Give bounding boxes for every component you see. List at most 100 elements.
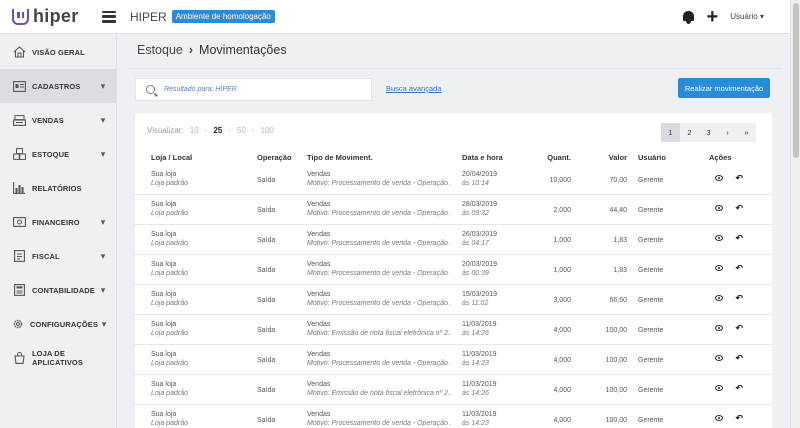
new-movement-button[interactable]: Realizar movimentação: [678, 78, 770, 98]
value-cell: 70,00: [609, 177, 627, 184]
table-row[interactable]: Sua loja Loja padrão Saída Vendas Motivo: …: [135, 315, 772, 345]
app-store-icon: [12, 352, 26, 364]
scrollbar-thumb[interactable]: [793, 3, 799, 158]
sidebar-item-loja-de-aplicativos[interactable]: LOJA DE APLICATIVOS: [0, 341, 116, 375]
sidebar-item-financeiro[interactable]: FINANCEIRO ▾: [0, 205, 116, 239]
eye-icon[interactable]: [715, 235, 723, 241]
movement-date: 26/03/2019: [462, 231, 498, 238]
breadcrumb-separator-icon: ›: [188, 43, 194, 57]
movement-date: 28/03/2019: [462, 201, 498, 208]
search-icon[interactable]: [146, 85, 155, 94]
undo-icon[interactable]: ↶: [735, 235, 743, 242]
page-scrollbar[interactable]: [790, 0, 800, 428]
quantity-cell: 4,000: [553, 417, 571, 424]
movement-type: Vendas: [307, 351, 331, 358]
movement-reason: Motivo: Processamento de venda - Operaçã…: [307, 270, 452, 277]
sidebar-item-cadastros[interactable]: CADASTROS ▾: [0, 69, 116, 103]
page-button[interactable]: 1: [661, 123, 680, 142]
value-cell: 66,60: [609, 297, 627, 304]
undo-icon[interactable]: ↶: [735, 385, 743, 392]
quantity-cell: 4,000: [553, 327, 571, 334]
column-header[interactable]: Quant.: [531, 153, 571, 162]
undo-icon[interactable]: ↶: [735, 355, 743, 362]
store-location: Loja padrão: [151, 420, 188, 427]
undo-icon[interactable]: ↶: [735, 325, 743, 332]
page-button[interactable]: 2: [680, 123, 699, 142]
table-row[interactable]: Sua loja Loja padrão Saída Vendas Motivo: …: [135, 225, 772, 255]
movement-type: Vendas: [307, 231, 331, 238]
chevron-down-icon: ▾: [100, 250, 106, 261]
sidebar-item-configuracoes[interactable]: CONFIGURAÇÕES ▾: [0, 307, 116, 341]
column-header[interactable]: Tipo de Moviment.: [307, 153, 373, 162]
eye-icon[interactable]: [715, 325, 723, 331]
undo-icon[interactable]: ↶: [735, 175, 743, 182]
chevron-down-icon: ▾: [100, 284, 106, 295]
movement-reason: Motivo: Emissão de nota fiscal eletrônic…: [307, 330, 452, 337]
page-size-option[interactable]: 50: [237, 126, 246, 135]
page-size-option[interactable]: 10: [190, 126, 199, 135]
movement-time: às 10:14: [462, 180, 489, 187]
eye-icon[interactable]: [715, 175, 723, 181]
table-row[interactable]: Sua loja Loja padrão Saída Vendas Motivo: …: [135, 195, 772, 225]
sidebar-item-vendas[interactable]: VENDAS ▾: [0, 103, 116, 137]
sidebar-item-fiscal[interactable]: FISCAL ▾: [0, 239, 116, 273]
movement-type: Vendas: [307, 321, 331, 328]
logo[interactable]: hiper: [12, 6, 102, 27]
advanced-search-link[interactable]: Busca avançada: [386, 84, 441, 93]
movement-date: 20/03/2019: [462, 261, 498, 268]
page-button[interactable]: 3: [699, 123, 718, 142]
undo-icon[interactable]: ↶: [735, 295, 743, 302]
sidebar-item-estoque[interactable]: ESTOQUE ▾: [0, 137, 116, 171]
search-input[interactable]: [164, 86, 364, 93]
sidebar-item-visao-geral[interactable]: VISÃO GERAL: [0, 35, 116, 69]
next-page-icon[interactable]: ›: [718, 123, 737, 142]
page-size-option[interactable]: 100: [261, 126, 274, 135]
eye-icon[interactable]: [715, 355, 723, 361]
movement-date: 15/03/2019: [462, 291, 498, 298]
operation-cell: Saída: [257, 327, 276, 334]
store-name: Sua loja: [151, 291, 177, 298]
eye-icon[interactable]: [715, 265, 723, 271]
column-header[interactable]: Loja / Local: [151, 153, 192, 162]
eye-icon[interactable]: [715, 415, 723, 421]
table-row[interactable]: Sua loja Loja padrão Saída Vendas Motivo: …: [135, 375, 772, 405]
column-header[interactable]: Valor: [587, 153, 627, 162]
table-row[interactable]: Sua loja Loja padrão Saída Vendas Motivo: …: [135, 165, 772, 195]
table-row[interactable]: Sua loja Loja padrão Saída Vendas Motivo: …: [135, 285, 772, 315]
table-row[interactable]: Sua loja Loja padrão Saída Vendas Motivo: …: [135, 345, 772, 375]
undo-icon[interactable]: ↶: [735, 415, 743, 422]
logo-text: hiper: [33, 6, 79, 26]
page-size-option[interactable]: 25: [213, 126, 222, 135]
column-header[interactable]: Operação: [257, 153, 292, 162]
id-card-icon: [12, 80, 26, 92]
quantity-cell: 1,000: [553, 267, 571, 274]
chevron-down-icon: ▾: [100, 216, 106, 227]
eye-icon[interactable]: [715, 205, 723, 211]
operation-cell: Saída: [257, 297, 276, 304]
table-row[interactable]: Sua loja Loja padrão Saída Vendas Motivo: …: [135, 255, 772, 285]
user-cell: Gerente: [638, 387, 664, 394]
eye-icon[interactable]: [715, 295, 723, 301]
sidebar-item-relatorios[interactable]: RELATÓRIOS: [0, 171, 116, 205]
search-box[interactable]: [135, 78, 372, 101]
user-menu[interactable]: Usuário ▾: [730, 12, 764, 21]
plus-icon[interactable]: +: [707, 7, 719, 27]
column-header: Ações: [709, 153, 732, 162]
undo-icon[interactable]: ↶: [735, 205, 743, 212]
breadcrumb-parent[interactable]: Estoque: [137, 43, 183, 57]
undo-icon[interactable]: ↶: [735, 265, 743, 272]
store-name: Sua loja: [151, 201, 177, 208]
eye-icon[interactable]: [715, 385, 723, 391]
table-row[interactable]: Sua loja Loja padrão Saída Vendas Motivo: …: [135, 405, 772, 428]
main-content: Estoque › Movimentações Busca avançada R…: [117, 35, 790, 428]
store-location: Loja padrão: [151, 390, 188, 397]
column-header[interactable]: Data e hora: [462, 153, 503, 162]
movement-type: Vendas: [307, 381, 331, 388]
environment-badge: Ambiente de homologação: [171, 10, 275, 23]
last-page-icon[interactable]: »: [737, 123, 756, 142]
bell-icon[interactable]: [682, 10, 695, 24]
hamburger-menu-icon[interactable]: [102, 10, 116, 23]
sidebar-item-contabilidade[interactable]: CONTABILIDADE ▾: [0, 273, 116, 307]
column-header[interactable]: Usuário: [638, 153, 666, 162]
pagination: 1 2 3 › »: [661, 123, 756, 142]
